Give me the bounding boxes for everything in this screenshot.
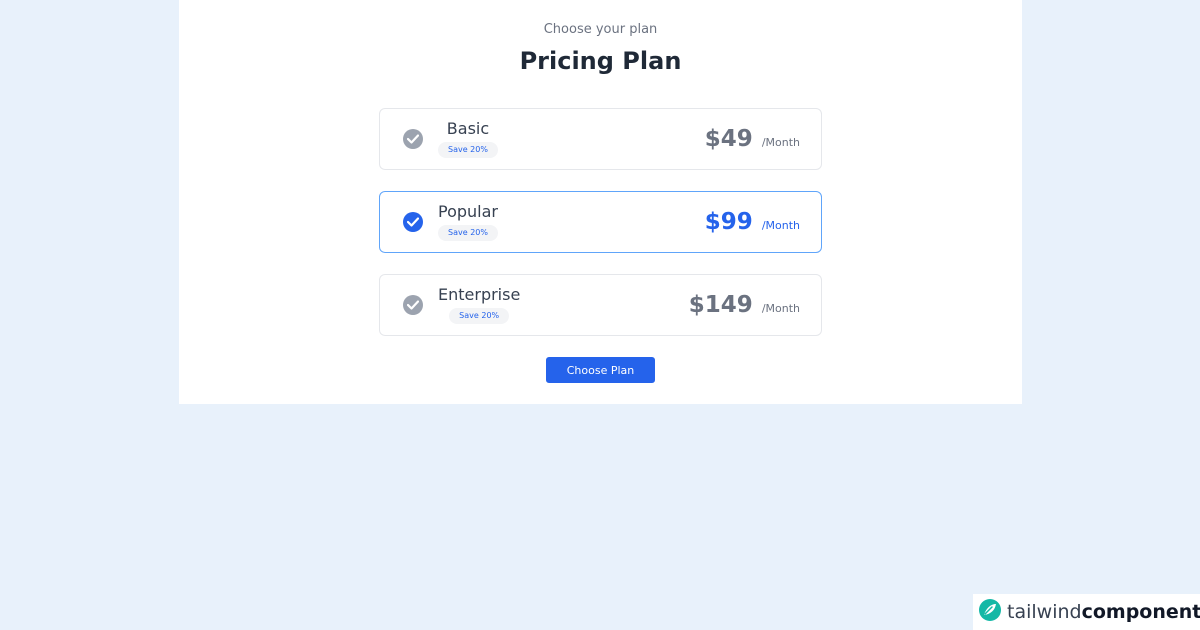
plan-name: Basic	[446, 119, 490, 138]
plan-option-enterprise[interactable]: Enterprise Save 20% $149 /Month	[379, 274, 822, 336]
check-circle-icon	[403, 212, 423, 232]
plan-price: $99	[704, 209, 753, 235]
check-circle-icon	[403, 129, 423, 149]
plan-period: /Month	[761, 136, 800, 149]
page-title: Pricing Plan	[519, 47, 682, 75]
plan-option-basic[interactable]: Basic Save 20% $49 /Month	[379, 108, 822, 170]
save-badge: Save 20%	[449, 308, 510, 324]
choose-plan-button[interactable]: Choose Plan	[546, 357, 655, 383]
brand-name-light: tailwind	[1007, 601, 1082, 623]
brand-watermark[interactable]: tailwindcomponents	[973, 594, 1200, 630]
plan-price: $149	[688, 292, 753, 318]
plan-name-group: Enterprise Save 20%	[438, 284, 520, 324]
plan-period: /Month	[761, 302, 800, 315]
page-subtitle: Choose your plan	[543, 22, 658, 37]
plan-period: /Month	[761, 219, 800, 232]
check-circle-icon	[403, 295, 423, 315]
plan-name-group: Popular Save 20%	[438, 201, 498, 241]
plan-price: $49	[704, 126, 753, 152]
price-group: $149 /Month	[689, 292, 800, 318]
tailwind-leaf-icon	[978, 598, 1002, 626]
pricing-panel: Choose your plan Pricing Plan Basic Save…	[179, 0, 1022, 404]
save-badge: Save 20%	[438, 225, 498, 241]
brand-name: tailwindcomponents	[1007, 601, 1200, 623]
price-group: $49 /Month	[705, 126, 800, 152]
save-badge: Save 20%	[438, 142, 498, 158]
brand-name-bold: components	[1081, 601, 1200, 623]
price-group: $99 /Month	[705, 209, 800, 235]
plan-name: Popular	[438, 202, 498, 221]
plan-name-group: Basic Save 20%	[438, 118, 498, 158]
plan-name: Enterprise	[438, 285, 521, 304]
plan-option-popular[interactable]: Popular Save 20% $99 /Month	[379, 191, 822, 253]
